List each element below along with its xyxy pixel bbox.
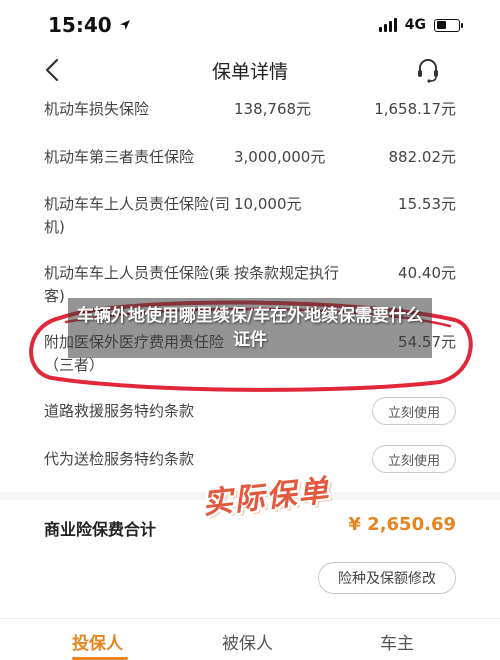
coverage-amount: 按条款规定执行 [234,264,340,282]
service-name: 代为送检服务特约条款 [44,450,195,468]
status-time-text: 15:40 [48,13,112,37]
stamp-text: 实际保单 [200,473,332,522]
service-name: 道路救援服务特约条款 [44,402,195,420]
location-arrow-icon [119,20,130,30]
nav-bar: 保单详情 [0,48,500,92]
tab-insured[interactable]: 被保人 [222,629,273,654]
watermark-banner-text: 车辆外地使用哪里续保/车在外地续保需要什么证件 [76,306,424,350]
coverage-name: 机动车第三者责任保险 [44,148,195,166]
network-label: 4G [404,17,426,33]
coverage-name: 机动车损失保险 [44,100,150,118]
coverage-premium: 882.02元 [388,148,457,166]
signal-icon [378,18,397,32]
use-now-button[interactable]: 立刻使用 [372,397,456,425]
status-time: 15:40 [48,13,132,37]
battery-icon [434,18,463,32]
coverage-premium: 15.53元 [398,195,456,213]
modify-coverage-button[interactable]: 险种及保额修改 [318,562,456,594]
coverage-amount: 3,000,000元 [234,148,326,166]
actual-policy-stamp: 实际保单 [184,464,348,524]
coverage-amount: 138,768元 [234,100,312,118]
tab-policyholder[interactable]: 投保人 [72,629,123,654]
total-label: 商业险保费合计 [44,520,157,539]
back-button[interactable] [40,56,64,84]
status-bar: 15:40 4G [0,0,500,50]
page-title: 保单详情 [211,60,288,83]
coverage-premium: 40.40元 [398,264,456,282]
watermark-banner: 车辆外地使用哪里续保/车在外地续保需要什么证件 [68,298,432,358]
headset-icon [418,59,438,83]
coverage-name: 机动车车上人员责任保险(司机) [44,195,230,236]
tab-vehicle-owner[interactable]: 车主 [380,629,414,654]
total-value: ¥ 2,650.69 [348,514,456,535]
coverage-premium: 1,658.17元 [374,100,456,118]
customer-service-button[interactable] [414,56,442,84]
status-indicators: 4G [378,17,463,33]
tab-bar: 投保人 被保人 车主 [0,618,500,660]
use-now-button[interactable]: 立刻使用 [372,445,456,473]
chevron-left-icon [45,58,59,82]
coverage-amount: 10,000元 [234,195,302,213]
